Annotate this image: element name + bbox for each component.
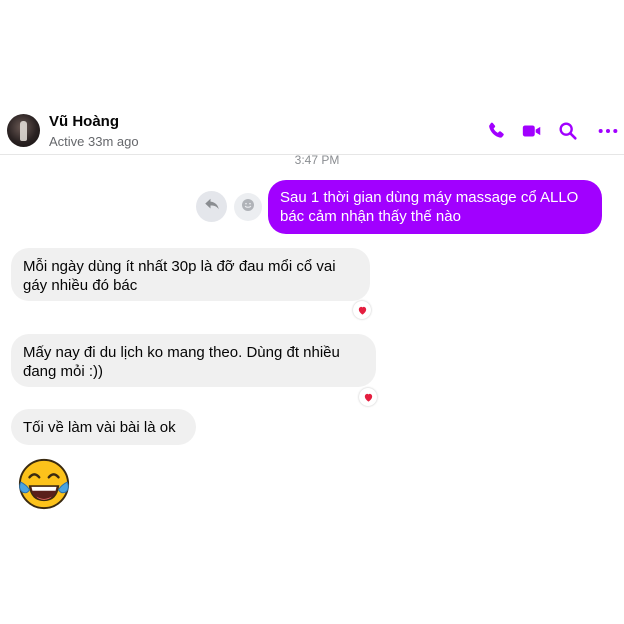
more-icon[interactable] xyxy=(597,120,619,142)
contact-status: Active 33m ago xyxy=(49,134,139,149)
message-line: Tối về làm vài bài là ok xyxy=(23,419,176,436)
search-icon[interactable] xyxy=(557,120,579,142)
avatar[interactable] xyxy=(7,114,40,147)
message-line: Sau 1 thời gian dùng máy massage cổ ALLO xyxy=(280,189,579,206)
message-line: gáy nhiều đó bác xyxy=(23,277,138,294)
incoming-message[interactable]: Mấy nay đi du lịch ko mang theo. Dùng đt… xyxy=(11,334,376,387)
phone-icon[interactable] xyxy=(485,120,507,142)
reaction-badge[interactable] xyxy=(359,388,377,406)
reaction-badge[interactable] xyxy=(353,301,371,319)
message-line: Mấy nay đi du lịch ko mang theo. Dùng đt… xyxy=(23,344,340,361)
incoming-message[interactable]: Tối về làm vài bài là ok xyxy=(11,409,196,445)
message-line: bác cảm nhận thấy thế nào xyxy=(280,208,461,225)
avatar-figure xyxy=(20,121,27,141)
message-line: Mỗi ngày dùng ít nhất 30p là đỡ đau mổi … xyxy=(23,258,336,275)
outgoing-message[interactable]: Sau 1 thời gian dùng máy massage cổ ALLO… xyxy=(268,180,602,234)
chat-window: Vũ Hoàng Active 33m ago 3:47 PM Sau 1 th… xyxy=(0,0,624,624)
face-with-tears-of-joy-icon[interactable] xyxy=(17,457,71,511)
chat-header: Vũ Hoàng Active 33m ago xyxy=(0,108,624,155)
contact-name[interactable]: Vũ Hoàng xyxy=(49,113,119,130)
heart-icon xyxy=(357,305,368,316)
message-line: đang mỏi :)) xyxy=(23,363,104,380)
incoming-message[interactable]: Mỗi ngày dùng ít nhất 30p là đỡ đau mổi … xyxy=(11,248,370,301)
video-icon[interactable] xyxy=(520,120,544,142)
reply-icon xyxy=(203,195,221,218)
react-button[interactable] xyxy=(234,193,262,221)
smiley-icon xyxy=(240,197,256,218)
heart-icon xyxy=(363,392,374,403)
message-timestamp: 3:47 PM xyxy=(294,153,340,167)
reply-button[interactable] xyxy=(196,191,227,222)
